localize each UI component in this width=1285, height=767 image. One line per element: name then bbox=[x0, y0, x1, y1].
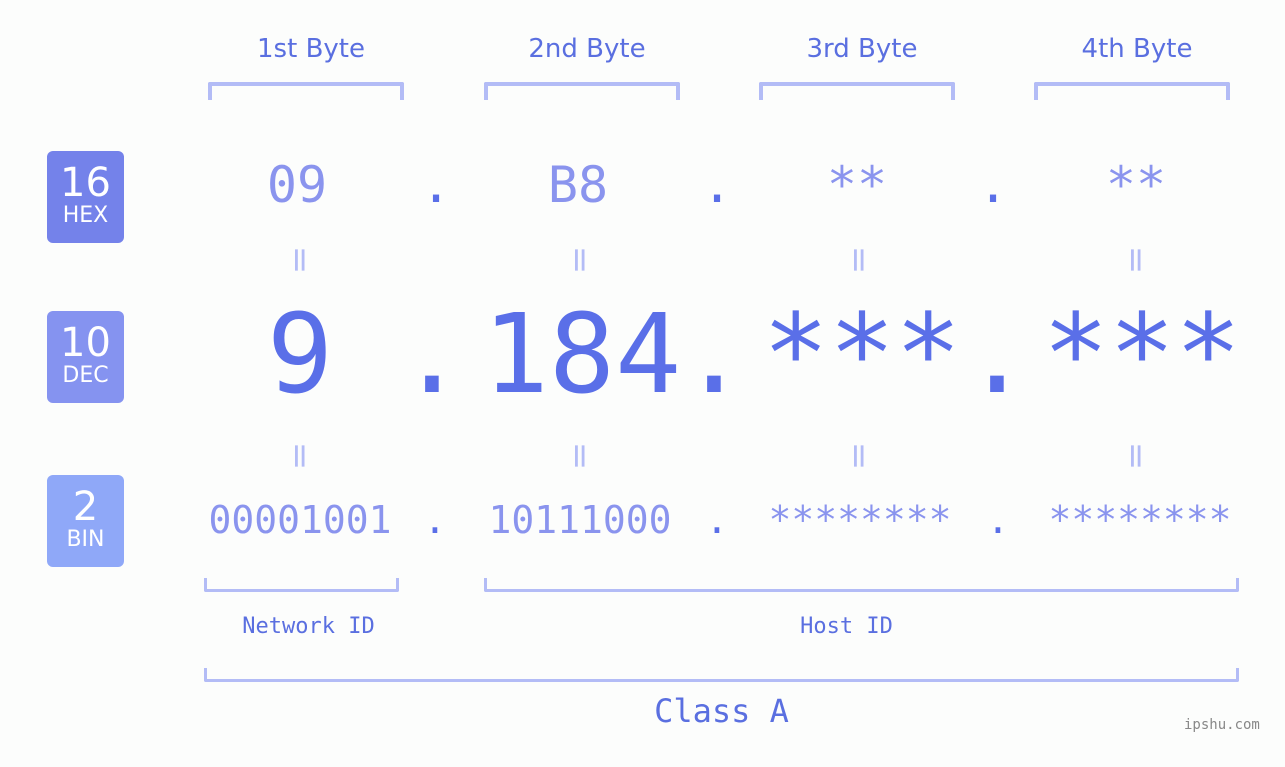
equals-icon: = bbox=[839, 245, 879, 275]
equals-icon: = bbox=[839, 441, 879, 471]
network-id-label: Network ID bbox=[242, 614, 375, 639]
dec-badge-base: 10 bbox=[60, 320, 111, 366]
byte-header-3: 3rd Byte bbox=[806, 34, 918, 64]
network-id-bracket bbox=[204, 578, 399, 592]
byte-bracket-4 bbox=[1034, 82, 1230, 100]
bin-dot-2: . bbox=[705, 498, 729, 542]
dec-dot-2: . bbox=[680, 290, 748, 418]
bin-badge-base: 2 bbox=[72, 484, 99, 530]
host-id-label: Host ID bbox=[800, 614, 893, 639]
equals-icon: = bbox=[280, 441, 320, 471]
hex-dot-2: . bbox=[701, 156, 733, 214]
bin-dot-3: . bbox=[986, 498, 1010, 542]
dec-badge-label: DEC bbox=[62, 363, 109, 388]
byte-bracket-2 bbox=[484, 82, 680, 100]
equals-icon: = bbox=[560, 441, 600, 471]
byte-header-2: 2nd Byte bbox=[528, 34, 646, 64]
equals-icon: = bbox=[1116, 441, 1156, 471]
dec-badge: 10 DEC bbox=[47, 311, 124, 403]
hex-dot-1: . bbox=[420, 156, 452, 214]
hex-badge-base: 16 bbox=[60, 160, 111, 206]
dec-dot-1: . bbox=[398, 290, 466, 418]
class-bracket bbox=[204, 668, 1239, 682]
class-label: Class A bbox=[654, 692, 789, 730]
byte-header-1: 1st Byte bbox=[257, 34, 365, 64]
hex-badge-label: HEX bbox=[62, 203, 109, 228]
bin-badge: 2 BIN bbox=[47, 475, 124, 567]
watermark: ipshu.com bbox=[1184, 717, 1260, 733]
hex-dot-3: . bbox=[977, 156, 1009, 214]
bin-badge-label: BIN bbox=[66, 527, 105, 552]
byte-header-4: 4th Byte bbox=[1081, 34, 1193, 64]
byte-bracket-1 bbox=[208, 82, 404, 100]
hex-badge: 16 HEX bbox=[47, 151, 124, 243]
byte-bracket-3 bbox=[759, 82, 955, 100]
equals-icon: = bbox=[1116, 245, 1156, 275]
dec-dot-3: . bbox=[963, 290, 1031, 418]
equals-icon: = bbox=[280, 245, 320, 275]
equals-icon: = bbox=[560, 245, 600, 275]
host-id-bracket bbox=[484, 578, 1239, 592]
bin-dot-1: . bbox=[423, 498, 447, 542]
